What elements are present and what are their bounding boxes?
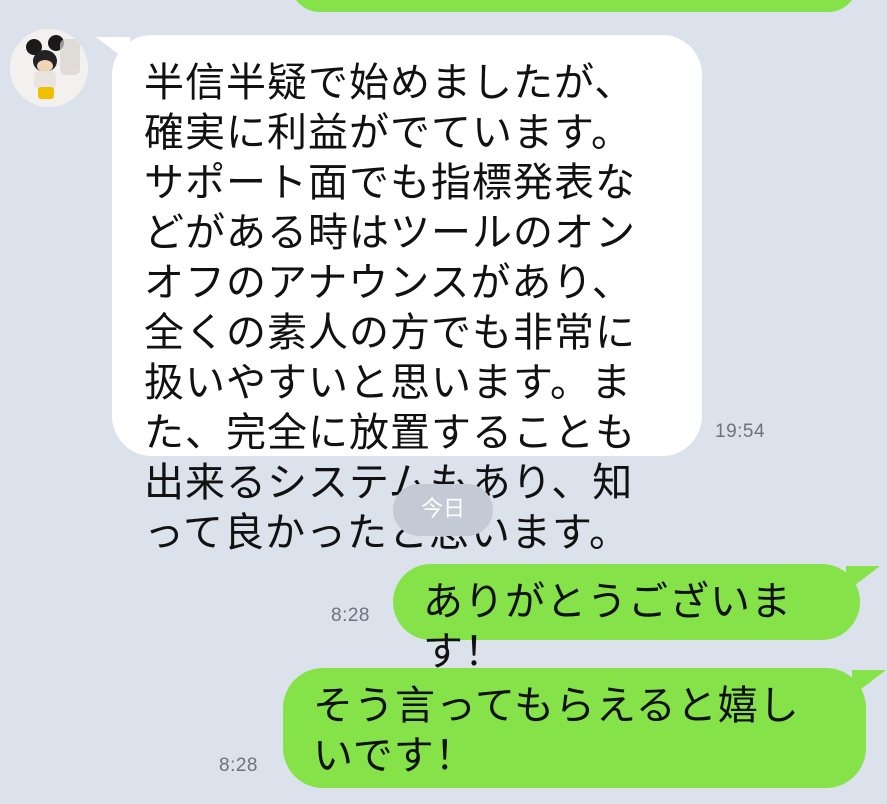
outgoing-message-bubble[interactable]: そう言ってもらえると嬉しいです！ xyxy=(283,668,866,788)
date-separator: 今日 xyxy=(393,484,493,536)
outgoing-message-bubble[interactable]: ありがとうございます！ xyxy=(393,564,860,675)
outgoing-message-bubble-partial[interactable] xyxy=(290,0,858,12)
avatar-image xyxy=(10,29,88,107)
outgoing-message-timestamp: 8:28 xyxy=(219,755,258,776)
outgoing-message-text: そう言ってもらえると嬉しいです！ xyxy=(313,683,800,779)
sender-avatar[interactable] xyxy=(10,29,88,107)
chat-view[interactable]: 半信半疑で始めましたが、確実に利益がでています。サポート面でも指標発表などがある… xyxy=(0,0,887,804)
incoming-message-timestamp: 19:54 xyxy=(715,421,766,442)
outgoing-message-timestamp: 8:28 xyxy=(331,605,370,626)
outgoing-message-text: ありがとうございます！ xyxy=(423,579,792,675)
incoming-message-bubble[interactable]: 半信半疑で始めましたが、確実に利益がでています。サポート面でも指標発表などがある… xyxy=(112,35,702,556)
incoming-message-text: 半信半疑で始めましたが、確実に利益がでています。サポート面でも指標発表などがある… xyxy=(144,60,636,556)
